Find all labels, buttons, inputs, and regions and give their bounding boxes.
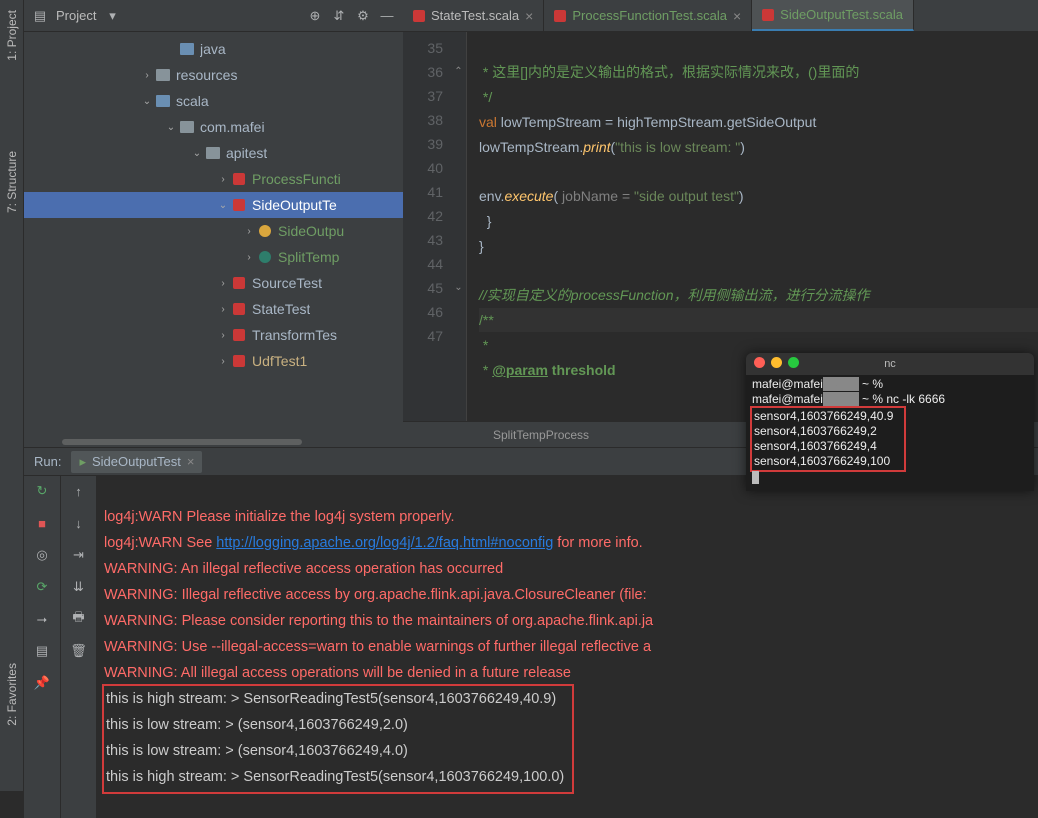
tree-item-sourcetest[interactable]: ›SourceTest <box>24 270 403 296</box>
tree-item-sideoutputtest[interactable]: ⌄SideOutputTe <box>24 192 403 218</box>
close-icon[interactable]: × <box>525 8 533 24</box>
tree-item-transformtest[interactable]: ›TransformTes <box>24 322 403 348</box>
scala-file-icon <box>233 355 245 367</box>
locate-icon[interactable]: ⊕ <box>307 8 323 24</box>
down-icon[interactable]: ↓ <box>70 514 88 532</box>
tree-item-processfunction[interactable]: ›ProcessFuncti <box>24 166 403 192</box>
tree-item-sideoutput-obj[interactable]: ›SideOutpu <box>24 218 403 244</box>
class-icon <box>259 251 271 263</box>
scala-file-icon <box>233 277 245 289</box>
print-icon[interactable]: 🖶 <box>70 610 88 628</box>
log4j-faq-link[interactable]: http://logging.apache.org/log4j/1.2/faq.… <box>216 535 553 551</box>
structure-tool-button[interactable]: 7: Structure <box>5 151 19 213</box>
debug-restart-icon[interactable]: ⟳ <box>33 578 51 596</box>
run-toolbar-secondary: ↑ ↓ ⇥ ⇊ 🖶 🗑 <box>60 476 96 818</box>
run-label: Run: <box>34 454 61 469</box>
run-toolbar-left: ↻ ■ ◎ ⟳ ⭢ ▤ 📌 <box>24 476 60 818</box>
editor-tabs[interactable]: StateTest.scala× ProcessFunctionTest.sca… <box>403 0 1038 32</box>
project-tree[interactable]: java ›resources ⌄scala ⌄com.mafei ⌄apite… <box>24 32 403 437</box>
tree-item-java[interactable]: java <box>24 36 403 62</box>
project-view: ▤ Project ▾ ⊕ ⇵ ⚙ — java ›resources ⌄sca… <box>24 0 403 447</box>
scala-file-icon <box>233 303 245 315</box>
gear-icon[interactable]: ⚙ <box>355 8 371 24</box>
project-tool-button[interactable]: 1: Project <box>5 10 19 61</box>
tab-processfunctiontest[interactable]: ProcessFunctionTest.scala× <box>544 0 752 31</box>
stop-icon[interactable]: ■ <box>33 514 51 532</box>
tab-statetest[interactable]: StateTest.scala× <box>403 0 544 31</box>
horizontal-scrollbar[interactable] <box>24 437 403 447</box>
exit-icon[interactable]: ⭢ <box>33 610 51 628</box>
tree-item-udftest1[interactable]: ›UdfTest1 <box>24 348 403 374</box>
chevron-down-icon[interactable]: ▾ <box>104 8 120 24</box>
scala-file-icon <box>413 10 425 22</box>
left-tool-window-bar[interactable]: 1: Project 7: Structure 2: Favorites <box>0 0 24 791</box>
pin-icon[interactable]: 📌 <box>33 674 51 692</box>
favorites-tool-button[interactable]: 2: Favorites <box>5 663 19 726</box>
scroll-icon[interactable]: ⇊ <box>70 578 88 596</box>
scala-file-icon <box>233 173 245 185</box>
expand-icon[interactable]: ⇵ <box>331 8 347 24</box>
tree-item-com-mafei[interactable]: ⌄com.mafei <box>24 114 403 140</box>
terminal-window[interactable]: nc mafei@mafeis-MBP ~ % mafei@mafeis-MBP… <box>746 353 1034 491</box>
console-output[interactable]: log4j:WARN Please initialize the log4j s… <box>96 476 1038 818</box>
tree-item-splittemp[interactable]: ›SplitTemp <box>24 244 403 270</box>
terminal-cursor <box>752 471 759 484</box>
terminal-highlight-box: sensor4,1603766249,40.9sensor4,160376624… <box>752 408 904 470</box>
hide-icon[interactable]: — <box>379 8 395 24</box>
tree-item-scala[interactable]: ⌄scala <box>24 88 403 114</box>
tree-item-apitest[interactable]: ⌄apitest <box>24 140 403 166</box>
scala-file-icon <box>554 10 566 22</box>
close-icon[interactable]: × <box>187 454 195 469</box>
delete-icon[interactable]: 🗑 <box>70 642 88 660</box>
scala-file-icon <box>233 199 245 211</box>
up-icon[interactable]: ↑ <box>70 482 88 500</box>
terminal-titlebar[interactable]: nc <box>746 353 1034 375</box>
scala-file-icon <box>233 329 245 341</box>
tree-item-statetest[interactable]: ›StateTest <box>24 296 403 322</box>
dump-icon[interactable]: ◎ <box>33 546 51 564</box>
fold-gutter[interactable]: ⌃ ⌄ <box>451 32 467 421</box>
scala-file-icon <box>762 9 774 21</box>
terminal-title: nc <box>746 358 1034 370</box>
rerun-icon[interactable]: ↻ <box>33 482 51 500</box>
tab-sideoutputtest[interactable]: SideOutputTest.scala <box>752 0 914 31</box>
object-icon <box>259 225 271 237</box>
project-view-icon: ▤ <box>32 8 48 24</box>
run-config-tab[interactable]: ▸SideOutputTest× <box>71 451 202 473</box>
output-highlight-box: this is high stream: > SensorReadingTest… <box>104 686 572 792</box>
run-tool-window: Run: ▸SideOutputTest× ↻ ■ ◎ ⟳ ⭢ ▤ 📌 ↑ ↓ … <box>24 448 1038 818</box>
layout-icon[interactable]: ▤ <box>33 642 51 660</box>
wrap-icon[interactable]: ⇥ <box>70 546 88 564</box>
tree-item-resources[interactable]: ›resources <box>24 62 403 88</box>
line-gutter[interactable]: 35363738394041424344454647 <box>403 32 451 421</box>
terminal-content[interactable]: mafei@mafeis-MBP ~ % mafei@mafeis-MBP ~ … <box>746 375 1034 487</box>
close-icon[interactable]: × <box>733 8 741 24</box>
project-view-title[interactable]: Project <box>56 8 96 23</box>
